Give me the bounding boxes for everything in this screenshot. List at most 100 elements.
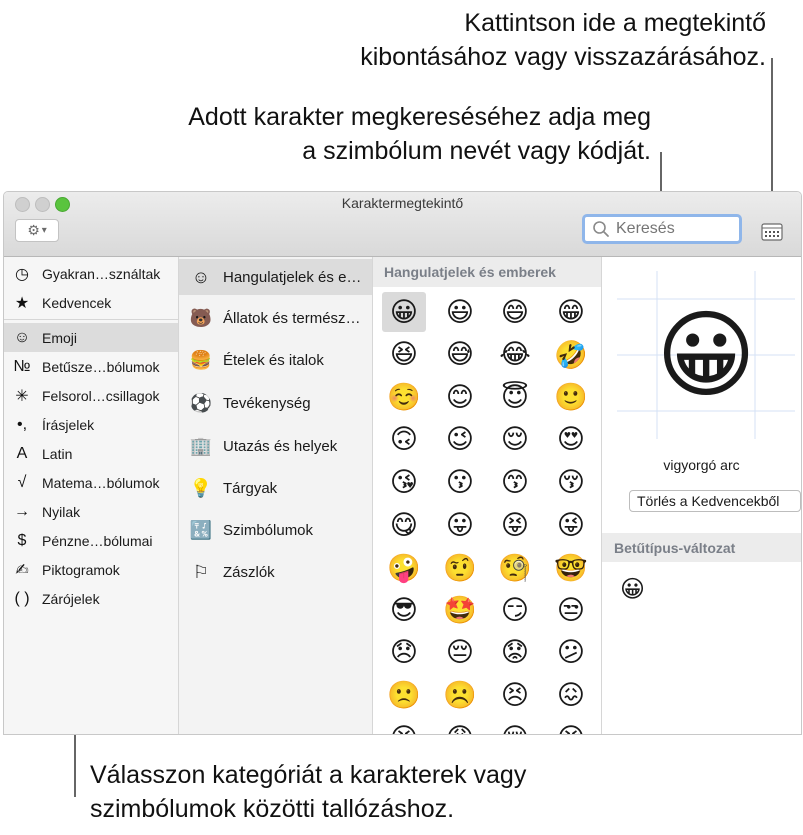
sidebar-item-label: Latin — [42, 445, 73, 462]
emoji-cell[interactable]: 😆 — [382, 335, 426, 375]
asterisk-icon: ✳ — [15, 387, 29, 405]
sidebar-item[interactable]: → Nyilak — [4, 497, 178, 526]
subcategory-label: Hangulatjelek és e… — [223, 268, 362, 286]
sidebar-item-label: Gyakran…sználtak — [42, 265, 161, 282]
emoji-cell[interactable]: 😅 — [438, 335, 482, 375]
sidebar-item[interactable]: •, Írásjelek — [4, 410, 178, 439]
subcategory-item[interactable]: 🐻 Állatok és termész… — [179, 300, 372, 336]
preview-glyph: 😀 — [655, 302, 757, 409]
emoji-cell[interactable]: 😍 — [549, 420, 593, 460]
emoji-cell[interactable]: 😩 — [438, 718, 482, 735]
sidebar-item-label: Piktogramok — [42, 561, 120, 578]
viewer-toggle-icon[interactable] — [761, 222, 783, 242]
emoji-cell[interactable]: 🙂 — [549, 377, 593, 417]
emoji-cell[interactable]: 😃 — [438, 292, 482, 332]
square-root-icon: √ — [17, 473, 27, 491]
character-name: vigyorgó arc — [663, 457, 740, 473]
emoji-cell[interactable]: 🤩 — [438, 590, 482, 630]
emoji-cell[interactable]: 😝 — [493, 505, 537, 545]
gear-icon: ⚙ — [27, 222, 40, 238]
emoji-cell[interactable]: 😇 — [493, 377, 537, 417]
sidebar-item[interactable]: ( ) Zárójelek — [4, 584, 178, 613]
emoji-cell[interactable]: ☹️ — [438, 675, 482, 715]
character-viewer-window: Karaktermegtekintő ⚙ ▾ ◷ Gyakran…sználtak… — [3, 191, 802, 735]
sidebar-item[interactable]: № Betűsze…bólumok — [4, 352, 178, 381]
font-variation-glyph[interactable]: 😀 — [620, 575, 645, 604]
emoji-cell[interactable]: 🙃 — [382, 420, 426, 460]
subcategory-item[interactable]: 🔣 Szimbólumok — [179, 512, 372, 548]
dollar-icon: $ — [17, 531, 27, 549]
emoji-cell[interactable]: 😘 — [382, 462, 426, 502]
action-menu-button[interactable]: ⚙ ▾ — [15, 219, 59, 242]
emoji-cell[interactable]: 😒 — [549, 590, 593, 630]
emoji-cell[interactable]: 😟 — [493, 633, 537, 673]
subcategory-item[interactable]: 🍔 Ételek és italok — [179, 342, 372, 378]
sidebar-item[interactable]: ★ Kedvencek — [4, 288, 178, 317]
emoji-cell[interactable]: 😊 — [438, 377, 482, 417]
emoji-cell[interactable]: 😂 — [493, 335, 537, 375]
latin-letter-icon: A — [16, 444, 28, 462]
sidebar-item-label: Matema…bólumok — [42, 474, 160, 491]
sidebar-item[interactable]: ☺ Emoji — [4, 323, 178, 352]
sidebar-item[interactable]: ✳ Felsorol…csillagok — [4, 381, 178, 410]
emoji-cell[interactable]: 🤓 — [549, 548, 593, 588]
emoji-cell[interactable]: 😋 — [382, 505, 426, 545]
search-field[interactable] — [582, 214, 742, 244]
subcategory-item[interactable]: 🏢 Utazás és helyek — [179, 428, 372, 464]
subcategory-item[interactable]: ⚐ Zászlók — [179, 554, 372, 590]
emoji-cell[interactable]: 😭 — [549, 718, 593, 735]
emoji-cell[interactable]: 🤨 — [438, 548, 482, 588]
emoji-cell[interactable]: 😏 — [493, 590, 537, 630]
emoji-cell[interactable]: 😗 — [438, 462, 482, 502]
emoji-cell[interactable]: 😌 — [493, 420, 537, 460]
emoji-cell[interactable]: 😁 — [549, 292, 593, 332]
emoji-cell[interactable]: 😞 — [382, 633, 426, 673]
sidebar-item[interactable]: √ Matema…bólumok — [4, 468, 178, 497]
emoji-cell[interactable]: 😀 — [382, 292, 426, 332]
pictograph-icon: ✍ — [15, 561, 29, 579]
remove-from-favorites-button[interactable]: Törlés a Kedvencekből — [629, 490, 801, 512]
sidebar-item[interactable]: A Latin — [4, 439, 178, 468]
emoji-cell[interactable]: 🤣 — [549, 335, 593, 375]
character-detail-pane: 😀 vigyorgó arc Törlés a Kedvencekből Bet… — [602, 257, 801, 734]
emoji-cell[interactable]: 😕 — [549, 633, 593, 673]
sidebar-item[interactable]: ◷ Gyakran…sználtak — [4, 259, 178, 288]
parentheses-icon: ( ) — [14, 589, 30, 607]
subcategory-label: Tárgyak — [223, 479, 278, 497]
category-sidebar: ◷ Gyakran…sználtak ★ Kedvencek ☺ Emoji № Betűsz… — [4, 257, 179, 734]
subcategory-label: Tevékenység — [223, 394, 311, 412]
bear-icon: 🐻 — [189, 307, 213, 328]
punctuation-icon: •, — [16, 415, 28, 433]
sidebar-item-label: Betűsze…bólumok — [42, 358, 160, 375]
emoji-cell[interactable]: 😉 — [438, 420, 482, 460]
subcategory-label: Utazás és helyek — [223, 437, 338, 455]
emoji-cell[interactable]: 🧐 — [493, 548, 537, 588]
smiley-icon: ☺ — [191, 266, 211, 287]
emoji-cell[interactable]: 😔 — [438, 633, 482, 673]
emoji-cell[interactable]: 😙 — [493, 462, 537, 502]
search-input[interactable] — [614, 219, 738, 239]
subcategory-item[interactable]: ⚽ Tevékenység — [179, 385, 372, 421]
emoji-cell[interactable]: 😖 — [549, 675, 593, 715]
callout-line: kibontásához vagy visszazárásához. — [360, 43, 766, 71]
emoji-cell[interactable]: 🙁 — [382, 675, 426, 715]
emoji-cell[interactable]: 🤪 — [382, 548, 426, 588]
emoji-cell[interactable]: 😄 — [493, 292, 537, 332]
callout-viewer-toggle: Kattintson ide a megtekintő kibontásához… — [166, 6, 766, 74]
emoji-cell[interactable]: 😜 — [549, 505, 593, 545]
subcategory-label: Ételek és italok — [223, 351, 324, 369]
window-title: Karaktermegtekintő — [341, 195, 464, 211]
callout-line: Válasszon kategóriát a karakterek vagy — [90, 761, 527, 789]
sidebar-item[interactable]: $ Pénzne…bólumai — [4, 526, 178, 555]
emoji-cell[interactable]: 😢 — [493, 718, 537, 735]
emoji-cell[interactable]: 😎 — [382, 590, 426, 630]
emoji-cell[interactable]: 😛 — [438, 505, 482, 545]
emoji-cell[interactable]: ☺️ — [382, 377, 426, 417]
sidebar-item[interactable]: ✍ Piktogramok — [4, 555, 178, 584]
emoji-cell[interactable]: 😫 — [382, 718, 426, 735]
callout-category: Válasszon kategóriát a karakterek vagy s… — [90, 758, 790, 826]
emoji-cell[interactable]: 😚 — [549, 462, 593, 502]
emoji-cell[interactable]: 😣 — [493, 675, 537, 715]
subcategory-item[interactable]: 💡 Tárgyak — [179, 470, 372, 506]
subcategory-item[interactable]: ☺ Hangulatjelek és e… — [179, 259, 372, 295]
